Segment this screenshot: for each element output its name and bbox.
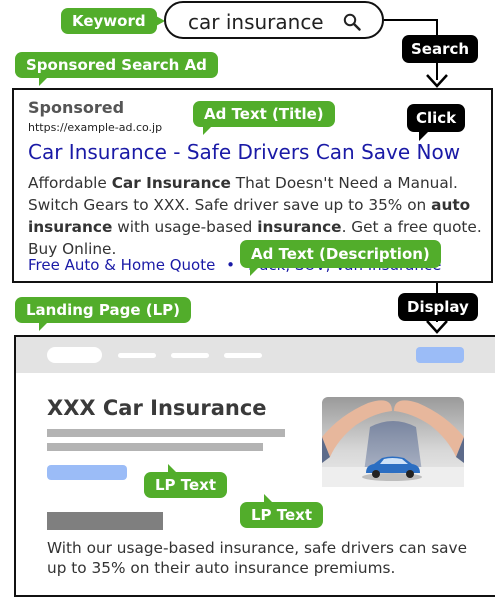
ad-description-part: with usage-based — [112, 218, 258, 236]
display-action-label: Display — [398, 293, 478, 321]
lp-nav-item[interactable] — [171, 353, 209, 358]
search-icon[interactable] — [343, 13, 361, 31]
car-wheel — [406, 470, 414, 478]
lp-subheading-placeholder — [47, 512, 163, 530]
lp-hero-image — [322, 397, 464, 487]
ad-description-keyword: Car Insurance — [111, 174, 231, 192]
lp-title: XXX Car Insurance — [47, 396, 267, 420]
lp-text-tag-2: LP Text — [240, 494, 324, 528]
sponsored-search-ad-tag: Sponsored Search Ad — [15, 52, 218, 86]
ad-sponsored-label: Sponsored — [28, 98, 125, 117]
lp-nav-item[interactable] — [118, 353, 156, 358]
ad-title-link[interactable]: Car Insurance - Safe Drivers Can Save No… — [28, 140, 460, 164]
landing-page-tag: Landing Page (LP) — [15, 297, 191, 331]
ad-display-url: https://example-ad.co.jp — [28, 121, 163, 134]
lp-text-tag-1: LP Text — [144, 464, 228, 498]
keyword-tag: Keyword — [61, 8, 165, 34]
lp-nav-item[interactable] — [224, 353, 262, 358]
lp-nav-cta-button[interactable] — [416, 347, 464, 363]
click-label: Click — [407, 104, 466, 141]
landing-page-panel: XXX Car Insurance With our usage-based i… — [14, 335, 495, 597]
ad-title-tag: Ad Text (Title) — [193, 101, 335, 135]
lp-browser-bar — [16, 337, 495, 373]
ad-description-tag: Ad Text (Description) — [240, 240, 441, 276]
lp-body-text: With our usage-based insurance, safe dri… — [47, 539, 468, 577]
sitelink-separator: • — [226, 256, 235, 274]
ad-description-keyword: insurance — [257, 218, 342, 236]
search-action-label: Search — [402, 35, 479, 63]
ad-sitelink-auto-home-quote[interactable]: Free Auto & Home Quote — [28, 256, 215, 274]
search-query-text: car insurance — [188, 10, 324, 34]
car-wheel — [372, 470, 380, 478]
lp-nav-logo-placeholder — [47, 347, 102, 363]
lp-text-line-placeholder — [47, 429, 285, 437]
search-box[interactable]: car insurance — [164, 1, 384, 39]
ad-description-part: Affordable — [28, 174, 112, 192]
display-arrowhead — [426, 320, 448, 334]
lp-cta-button[interactable] — [47, 465, 127, 480]
lp-text-line-placeholder — [47, 443, 263, 451]
